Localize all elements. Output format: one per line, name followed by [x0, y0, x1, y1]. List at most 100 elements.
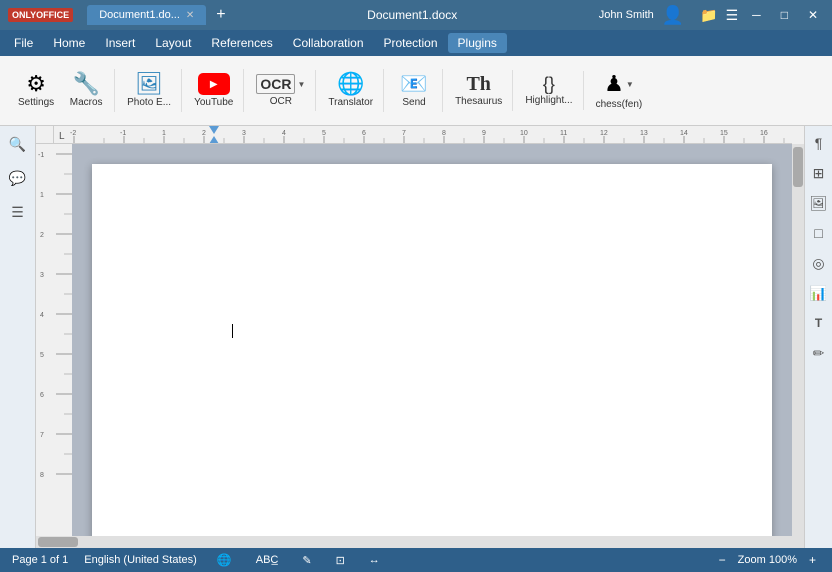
right-tool-text[interactable]: T [808, 312, 830, 334]
page-count: Page 1 of 1 [12, 554, 68, 566]
zoom-level: Zoom 100% [738, 554, 797, 566]
menu-protection[interactable]: Protection [374, 33, 448, 53]
svg-text:5: 5 [322, 130, 326, 137]
fit-width-button[interactable]: ↔ [365, 553, 384, 567]
page-content[interactable] [92, 164, 772, 421]
svg-text:8: 8 [40, 472, 44, 479]
settings-button[interactable]: ⚙ Settings [12, 69, 60, 112]
language[interactable]: English (United States) [84, 554, 197, 566]
photo-icon: 🖼 [135, 73, 163, 95]
right-tool-paragraph[interactable]: ¶ [808, 132, 830, 154]
chess-button[interactable]: ♟ ▼ chess(fen) [590, 67, 649, 114]
highlight-button[interactable]: {} Highlight... [519, 71, 578, 110]
svg-text:3: 3 [40, 272, 44, 279]
vertical-scrollbar[interactable] [792, 144, 804, 536]
horizontal-scrollbar[interactable] [36, 536, 804, 548]
settings-label: Settings [18, 97, 54, 108]
left-tool-nav[interactable]: ☰ [6, 200, 30, 224]
zoom-in-button[interactable]: + [805, 552, 820, 568]
translator-label: Translator [328, 97, 373, 108]
svg-text:2: 2 [202, 130, 206, 137]
profile-icon[interactable]: 👤 [662, 5, 684, 26]
content-area: 🔍 💬 ☰ -2 -1 1 [0, 126, 832, 548]
thesaurus-button[interactable]: Th Thesaurus [449, 70, 508, 111]
scrollbar-thumb[interactable] [793, 147, 803, 187]
new-tab-button[interactable]: + [216, 6, 225, 24]
menu-layout[interactable]: Layout [145, 33, 201, 53]
page-area[interactable] [72, 144, 792, 536]
fit-page-button[interactable]: ⊡ [332, 553, 349, 568]
menu-references[interactable]: References [201, 33, 282, 53]
youtube-button[interactable]: YouTube [188, 69, 239, 112]
menu-insert[interactable]: Insert [95, 33, 145, 53]
svg-text:11: 11 [560, 130, 567, 137]
editor-main: -1 1 2 3 4 [36, 144, 804, 536]
photo-label: Photo E... [127, 97, 171, 108]
toolbar-group-youtube: YouTube [184, 69, 244, 112]
chess-label: chess(fen) [596, 99, 643, 110]
document-tab[interactable]: Document1.do... ✕ [87, 5, 206, 25]
tab-label: Document1.do... [99, 9, 180, 21]
macros-icon: 🔧 [72, 73, 99, 95]
send-icon: 📧 [400, 73, 427, 95]
menu-button[interactable]: ☰ [726, 7, 739, 24]
thesaurus-label: Thesaurus [455, 96, 502, 107]
menu-collaboration[interactable]: Collaboration [283, 33, 374, 53]
settings-icon: ⚙ [26, 73, 46, 95]
svg-text:13: 13 [640, 130, 648, 137]
right-tool-image[interactable]: 🖼 [808, 192, 830, 214]
left-sidebar: 🔍 💬 ☰ [0, 126, 36, 548]
translator-button[interactable]: 🌐 Translator [322, 69, 379, 112]
svg-text:4: 4 [40, 312, 44, 319]
ruler-row: -2 -1 1 2 3 [36, 126, 804, 144]
youtube-icon [198, 73, 230, 95]
highlight-icon: {} [543, 75, 555, 93]
zoom-out-button[interactable]: − [715, 552, 730, 568]
left-tool-search[interactable]: 🔍 [6, 132, 30, 156]
ocr-button[interactable]: OCR ▼ OCR [250, 70, 311, 111]
horizontal-scrollbar-thumb[interactable] [38, 537, 78, 547]
svg-text:-1: -1 [38, 152, 44, 159]
ocr-dropdown-arrow: ▼ [297, 80, 305, 89]
editor-container: -2 -1 1 2 3 [36, 126, 804, 548]
svg-text:1: 1 [40, 192, 44, 199]
macros-button[interactable]: 🔧 Macros [62, 69, 110, 112]
right-tool-table[interactable]: ⊞ [808, 162, 830, 184]
chess-icon-row: ♟ ▼ [604, 71, 634, 97]
tab-close-button[interactable]: ✕ [186, 10, 194, 21]
document-page[interactable] [92, 164, 772, 536]
chess-dropdown-arrow: ▼ [626, 80, 634, 89]
open-folder-button[interactable]: 📁 [700, 7, 717, 24]
highlight-label: Highlight... [525, 95, 572, 106]
send-label: Send [402, 97, 425, 108]
close-button[interactable]: ✕ [802, 6, 824, 24]
menu-home[interactable]: Home [43, 33, 95, 53]
left-tool-comments[interactable]: 💬 [6, 166, 30, 190]
right-tool-object[interactable]: ◎ [808, 252, 830, 274]
svg-text:2: 2 [40, 232, 44, 239]
photo-edit-button[interactable]: 🖼 Photo E... [121, 69, 177, 112]
ocr-icon-row: OCR ▼ [256, 74, 305, 94]
svg-text:1: 1 [162, 130, 166, 137]
macros-label: Macros [70, 97, 103, 108]
spell-check-toggle[interactable]: ABC̲ [252, 553, 283, 567]
right-tool-signature[interactable]: ✏ [808, 342, 830, 364]
ocr-icon: OCR [256, 74, 295, 94]
horizontal-ruler: -2 -1 1 2 3 [54, 126, 792, 144]
toolbar-group-highlight: {} Highlight... [515, 71, 583, 110]
menu-file[interactable]: File [4, 33, 43, 53]
spell-check-button[interactable]: 🌐 [213, 552, 236, 568]
right-tool-shape[interactable]: □ [808, 222, 830, 244]
send-button[interactable]: 📧 Send [390, 69, 438, 112]
menu-plugins[interactable]: Plugins [448, 33, 507, 53]
maximize-button[interactable]: □ [775, 6, 794, 24]
track-changes-button[interactable]: ✎ [298, 553, 315, 568]
app-logo: ONLYOFFICE [8, 8, 73, 22]
minimize-button[interactable]: ─ [746, 6, 767, 24]
svg-text:-1: -1 [120, 130, 126, 137]
toolbar-group-chess: ♟ ▼ chess(fen) [586, 67, 653, 114]
right-tool-chart[interactable]: 📊 [808, 282, 830, 304]
right-panel: ¶ ⊞ 🖼 □ ◎ 📊 T ✏ [804, 126, 832, 548]
svg-text:L: L [59, 131, 65, 142]
svg-text:14: 14 [680, 130, 688, 137]
